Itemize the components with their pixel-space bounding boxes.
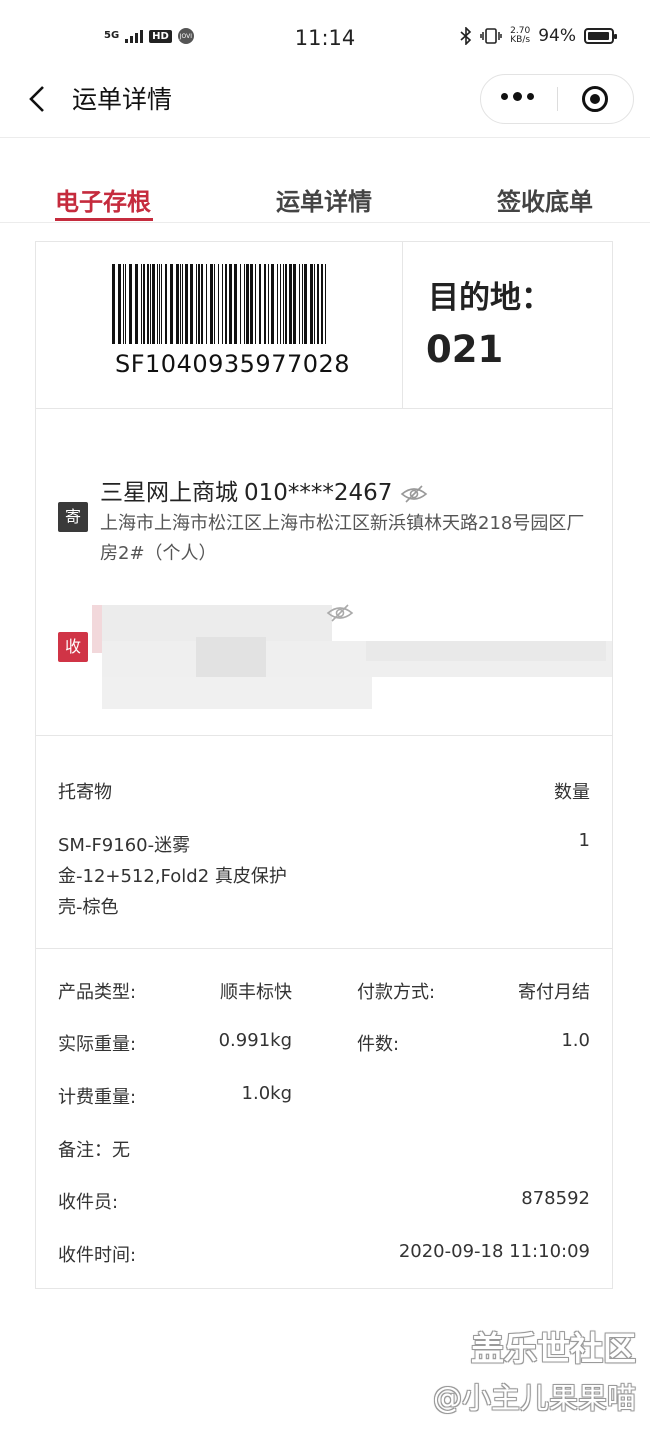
tab-stub[interactable]: 电子存根 xyxy=(55,182,151,217)
billing-weight-value: 1.0kg xyxy=(241,1083,292,1104)
watermark-user: @小主儿果果喵 xyxy=(432,1381,636,1415)
goods-qty: 1 xyxy=(578,830,590,851)
pieces-value: 1.0 xyxy=(561,1030,590,1051)
status-bar: 5G HD JOVI 11:14 2.70 KB/s 94% xyxy=(0,0,650,78)
remark: 备注：无 xyxy=(58,1140,130,1161)
pieces-label: 件数: xyxy=(357,1034,400,1055)
shipment-info: 产品类型: 顺丰标快 付款方式: 寄付月结 实际重量: 0.991kg 件数: … xyxy=(36,949,612,1289)
barcode-image xyxy=(112,264,326,344)
goods-item: SM-F9160-迷雾金-12+512,Fold2 真皮保护壳-棕色 xyxy=(58,835,287,918)
vibrate-icon xyxy=(480,28,502,44)
sender-phone: 010****2467 xyxy=(244,480,393,506)
destination-code: 021 xyxy=(426,328,504,371)
capsule-divider xyxy=(557,87,558,111)
actual-weight-label: 实际重量: xyxy=(58,1034,137,1055)
watermark-community: 盖乐世社区 xyxy=(471,1329,636,1368)
waybill-card: SF1040935977028 目的地： 021 寄 三星网上商城 010****… xyxy=(35,241,613,1289)
speed-unit: KB/s xyxy=(510,35,531,45)
more-dots-icon[interactable] xyxy=(501,92,534,101)
barcode-section: SF1040935977028 目的地： 021 xyxy=(36,242,612,409)
goods-header-qty: 数量 xyxy=(554,782,590,803)
goods-section: 托寄物 数量 SM-F9160-迷雾金-12+512,Fold2 真皮保护壳-棕… xyxy=(36,735,612,949)
address-section: 寄 三星网上商城 010****2467 上海市上海市松江区上海市松江区新浜镇林天… xyxy=(36,409,612,736)
product-type-label: 产品类型: xyxy=(58,982,137,1003)
page-title: 运单详情 xyxy=(72,85,173,114)
pickup-time-label: 收件时间: xyxy=(58,1245,137,1266)
payment-label: 付款方式: xyxy=(357,982,436,1003)
waybill-number: SF1040935977028 xyxy=(115,350,351,378)
target-circle-icon[interactable] xyxy=(582,86,608,112)
sender-badge: 寄 xyxy=(58,502,88,532)
sender-name: 三星网上商城 xyxy=(100,480,238,506)
battery-fill xyxy=(588,32,609,40)
barcode xyxy=(110,264,330,344)
payment-value: 寄付月结 xyxy=(518,982,590,1003)
battery-percent: 94% xyxy=(538,26,576,46)
vertical-divider xyxy=(402,242,403,408)
goods-header-item: 托寄物 xyxy=(58,782,112,803)
battery-icon xyxy=(584,28,617,44)
courier-label: 收件员: xyxy=(58,1192,119,1213)
sender-line: 三星网上商城 010****2467 xyxy=(100,473,428,507)
courier-value: 878592 xyxy=(521,1188,590,1209)
eye-slash-icon[interactable] xyxy=(400,484,428,504)
tab-bar: 电子存根 运单详情 签收底单 xyxy=(0,137,650,223)
sender-address: 上海市上海市松江区上海市松江区新浜镇林天路218号园区厂房2#（个人） xyxy=(100,513,585,564)
tab-waybill-detail[interactable]: 运单详情 xyxy=(276,182,372,217)
net-speed: 2.70 KB/s xyxy=(510,27,530,45)
active-tab-underline xyxy=(55,218,153,221)
billing-weight-label: 计费重量: xyxy=(58,1087,137,1108)
destination-label: 目的地： xyxy=(428,280,552,316)
actual-weight-value: 0.991kg xyxy=(218,1030,292,1051)
product-type-value: 顺丰标快 xyxy=(220,982,292,1003)
nav-bar: 运单详情 xyxy=(0,72,650,132)
tab-receipt[interactable]: 签收底单 xyxy=(497,182,593,217)
receiver-badge: 收 xyxy=(58,632,88,662)
pickup-time-value: 2020-09-18 11:10:09 xyxy=(398,1241,590,1262)
eye-slash-icon[interactable] xyxy=(326,603,354,623)
status-right: 2.70 KB/s 94% xyxy=(460,26,617,46)
chevron-left-icon[interactable] xyxy=(24,84,54,114)
bluetooth-icon xyxy=(460,27,472,45)
mini-program-capsule xyxy=(480,74,634,124)
